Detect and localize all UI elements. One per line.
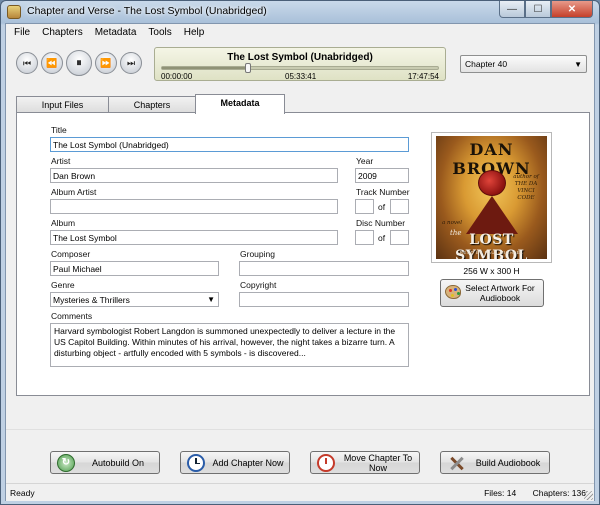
title-bar[interactable]: Chapter and Verse - The Lost Symbol (Una…: [1, 1, 599, 23]
window-title: Chapter and Verse - The Lost Symbol (Una…: [27, 5, 267, 17]
chevron-down-icon: ▼: [207, 295, 215, 304]
disc-total-field[interactable]: [390, 230, 409, 245]
maximize-button[interactable]: ☐: [525, 1, 551, 18]
now-playing-display: The Lost Symbol (Unabridged) 00:00:00 05…: [154, 47, 446, 81]
track-of-label: of: [378, 202, 386, 212]
disc-number-label: Disc Number: [356, 218, 406, 228]
comments-label: Comments: [51, 311, 93, 321]
year-field[interactable]: 2009: [355, 168, 409, 183]
fast-forward-button[interactable]: ⏩: [95, 52, 117, 74]
player-toolbar: ⏮ ⏪ ⏸ ⏩ ⏭ The Lost Symbol (Unabridged) 0…: [6, 42, 594, 86]
album-artist-field[interactable]: [50, 199, 338, 214]
time-current: 05:33:41: [285, 72, 317, 81]
menu-bar: File Chapters Metadata Tools Help: [6, 24, 594, 41]
grouping-label: Grouping: [240, 249, 275, 259]
artist-field[interactable]: Dan Brown: [50, 168, 338, 183]
refresh-icon: ↻: [57, 453, 75, 472]
title-field[interactable]: The Lost Symbol (Unabridged): [50, 137, 409, 152]
menu-file[interactable]: File: [14, 27, 30, 38]
genre-value: Mysteries & Thrillers: [53, 295, 130, 305]
select-artwork-button[interactable]: Select Artwork For Audiobook: [440, 279, 544, 307]
files-count: Files: 14: [484, 488, 517, 498]
clock-icon: [187, 453, 205, 472]
menu-help[interactable]: Help: [184, 27, 205, 38]
artwork-preview: DAN BROWN author of THE DA VINCI CODE a …: [431, 132, 552, 263]
window-controls: — ☐ ✕: [499, 1, 593, 19]
year-label: Year: [356, 156, 374, 166]
cover-subtitle: a novel: [442, 220, 463, 226]
tab-input-files[interactable]: Input Files: [16, 96, 109, 113]
seek-progress: [162, 67, 249, 69]
add-chapter-label: Add Chapter Now: [212, 457, 284, 468]
seek-handle[interactable]: [245, 63, 252, 73]
album-label: Album: [51, 218, 76, 228]
status-bar: Ready Files: 14 Chapters: 136: [6, 483, 594, 501]
chapter-dropdown-value: Chapter 40: [465, 59, 508, 69]
track-number-label: Track Number: [356, 187, 410, 197]
tools-icon: [447, 454, 465, 472]
artist-label: Artist: [51, 156, 71, 166]
composer-label: Composer: [51, 249, 91, 259]
chevron-down-icon: ▼: [574, 60, 582, 69]
pyramid-icon: [466, 196, 518, 234]
metadata-panel: Title The Lost Symbol (Unabridged) Artis…: [16, 112, 590, 396]
genre-dropdown[interactable]: Mysteries & Thrillers ▼: [50, 292, 219, 307]
album-artist-label: Album Artist: [51, 187, 97, 197]
stopwatch-icon: [317, 453, 335, 472]
tab-chapters[interactable]: Chapters: [108, 96, 196, 113]
autobuild-label: Autobuild On: [91, 457, 145, 468]
action-bar: ↻ Autobuild On Add Chapter Now Move Chap…: [6, 429, 594, 483]
seek-bar[interactable]: [161, 63, 439, 73]
track-total-field[interactable]: [390, 199, 409, 214]
palette-icon: [445, 285, 461, 299]
add-chapter-button[interactable]: Add Chapter Now: [180, 451, 290, 474]
artwork-size: 256 W x 300 H: [463, 266, 520, 276]
move-chapter-button[interactable]: Move Chapter To Now: [310, 451, 420, 474]
track-number-field[interactable]: [355, 199, 374, 214]
copyright-field[interactable]: [239, 292, 409, 307]
close-button[interactable]: ✕: [551, 1, 593, 18]
resize-grip[interactable]: [584, 491, 593, 500]
menu-chapters[interactable]: Chapters: [42, 27, 83, 38]
select-artwork-label: Select Artwork For Audiobook: [465, 283, 535, 303]
seal-icon: [478, 170, 506, 196]
pause-button[interactable]: ⏸: [66, 50, 92, 76]
title-label: Title: [51, 125, 67, 135]
app-icon: [7, 5, 21, 19]
first-track-button[interactable]: ⏮: [16, 52, 38, 74]
album-field[interactable]: The Lost Symbol: [50, 230, 338, 245]
time-start: 00:00:00: [161, 72, 193, 81]
cover-reader: READ BY PAUL MICHAEL: [459, 250, 524, 255]
rewind-button[interactable]: ⏪: [41, 52, 63, 74]
time-total: 17:47:54: [407, 72, 439, 81]
disc-number-field[interactable]: [355, 230, 374, 245]
copyright-label: Copyright: [240, 280, 277, 290]
build-audiobook-button[interactable]: Build Audiobook: [440, 451, 550, 474]
autobuild-button[interactable]: ↻ Autobuild On: [50, 451, 160, 474]
cover-image: DAN BROWN author of THE DA VINCI CODE a …: [436, 136, 547, 259]
composer-field[interactable]: Paul Michael: [50, 261, 219, 276]
chapter-dropdown[interactable]: Chapter 40 ▼: [460, 55, 587, 73]
status-text: Ready: [10, 488, 35, 498]
disc-of-label: of: [378, 233, 386, 243]
menu-metadata[interactable]: Metadata: [95, 27, 137, 38]
menu-tools[interactable]: Tools: [148, 27, 171, 38]
last-track-button[interactable]: ⏭: [120, 52, 142, 74]
minimize-button[interactable]: —: [499, 1, 525, 18]
genre-label: Genre: [51, 280, 75, 290]
grouping-field[interactable]: [239, 261, 409, 276]
tab-metadata[interactable]: Metadata: [195, 94, 285, 114]
app-window: Chapter and Verse - The Lost Symbol (Una…: [0, 0, 600, 505]
now-playing-title: The Lost Symbol (Unabridged): [227, 52, 373, 63]
chapters-count: Chapters: 136: [532, 488, 586, 498]
status-counts: Files: 14 Chapters: 136: [470, 488, 586, 498]
client-area: File Chapters Metadata Tools Help ⏮ ⏪ ⏸ …: [5, 23, 595, 501]
move-chapter-label: Move Chapter To Now: [343, 452, 413, 473]
build-audiobook-label: Build Audiobook: [475, 457, 541, 468]
comments-field[interactable]: Harvard symbologist Robert Langdon is su…: [50, 323, 409, 367]
